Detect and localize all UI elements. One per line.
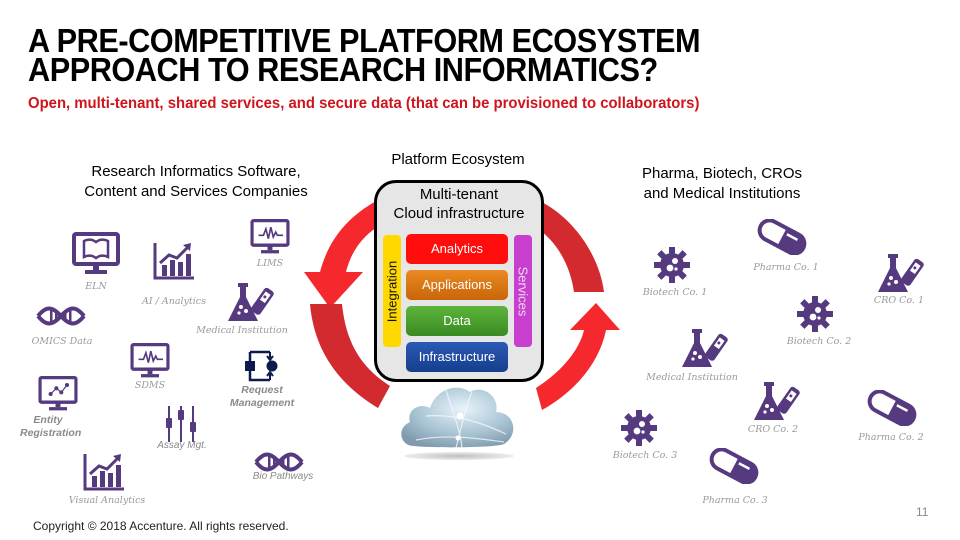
request-management-label-line1: Request [241,384,283,396]
biotech-co-2-label: Biotech Co. 2 [786,336,852,347]
slide-title-line2: APPROACH TO RESEARCH INFORMATICS? [28,51,658,88]
ai-analytics-label: AI / Analytics [142,296,206,307]
assay-mgt-label: Assay Mgt. [157,440,207,451]
entity-registration-label-line2: Registration [20,427,82,439]
pharma-co-1-label: Pharma Co. 1 [753,262,819,273]
lims-label: LIMS [256,258,284,269]
platform-title-line2: Cloud infrastructure [393,205,525,222]
layer-analytics: Analytics [406,234,508,264]
cro-co-1-icon [874,252,924,296]
pharma-co-3-icon [704,448,764,484]
medical-institution-left-label: Medical Institution [196,325,288,336]
visual-analytics-label: Visual Analytics [68,495,146,506]
layer-data: Data [406,306,508,336]
pharma-co-2-label: Pharma Co. 2 [858,432,924,443]
pharma-co-3-label: Pharma Co. 3 [702,495,768,506]
bio-pathways-dna-icon [254,452,304,472]
request-management-label: Request Management [220,384,304,410]
slide-title: A PRE-COMPETITIVE PLATFORM ECOSYSTEM APP… [28,24,701,88]
biotech-co-2-icon [795,294,835,334]
entity-registration-label-line1: Entity [33,414,63,426]
entity-registration-label: Entity Registration [20,414,82,440]
request-management-label-line2: Management [229,397,295,409]
layer-applications: Applications [406,270,508,300]
assay-mgt-icon [163,404,199,444]
sdms-icon [130,343,170,379]
right-heading-line1: Pharma, Biotech, CROs [641,165,803,182]
slide-subtitle: Open, multi-tenant, shared services, and… [28,95,700,112]
right-heading-line2: and Medical Institutions [643,185,801,202]
arrow-top-right [534,200,604,292]
eln-icon [72,232,120,276]
bio-pathways-label: Bio Pathways [252,471,314,482]
sdms-label: SDMS [134,380,166,391]
cro-co-1-label: CRO Co. 1 [873,295,925,306]
left-heading-line1: Research Informatics Software, [91,163,301,180]
copyright-notice: Copyright © 2018 Accenture. All rights r… [33,519,289,533]
medical-institution-left-icon [224,281,274,325]
platform-title: Multi-tenant Cloud infrastructure [374,185,544,223]
cloud-shadow [404,452,514,460]
center-heading: Platform Ecosystem [391,151,525,168]
visual-analytics-icon [82,452,126,492]
cro-co-2-icon [750,380,800,424]
biotech-co-3-icon [619,408,659,448]
request-management-icon [244,348,280,384]
arrow-bottom-right [536,303,620,410]
services-label: Services [515,266,531,317]
right-heading: Pharma, Biotech, CROs and Medical Instit… [612,164,832,204]
pharma-co-1-icon [752,219,812,255]
omics-dna-icon [36,306,86,326]
cro-co-2-label: CRO Co. 2 [747,424,799,435]
medical-institution-right-label: Medical Institution [646,372,738,383]
entity-registration-icon [38,376,78,412]
omics-data-label: OMICS Data [31,336,93,347]
page-number: 11 [916,505,929,519]
ai-analytics-icon [152,241,196,281]
eln-label: ELN [85,281,107,292]
medical-institution-right-icon [678,327,728,371]
cloud-icon [401,387,514,449]
biotech-co-1-label: Biotech Co. 1 [642,287,708,298]
platform-title-line1: Multi-tenant [419,186,499,203]
biotech-co-3-label: Biotech Co. 3 [612,450,678,461]
integration-label: Integration [384,260,400,323]
layer-infrastructure: Infrastructure [406,342,508,372]
pharma-co-2-icon [862,390,922,426]
biotech-co-1-icon [652,245,692,285]
lims-icon [250,219,290,255]
